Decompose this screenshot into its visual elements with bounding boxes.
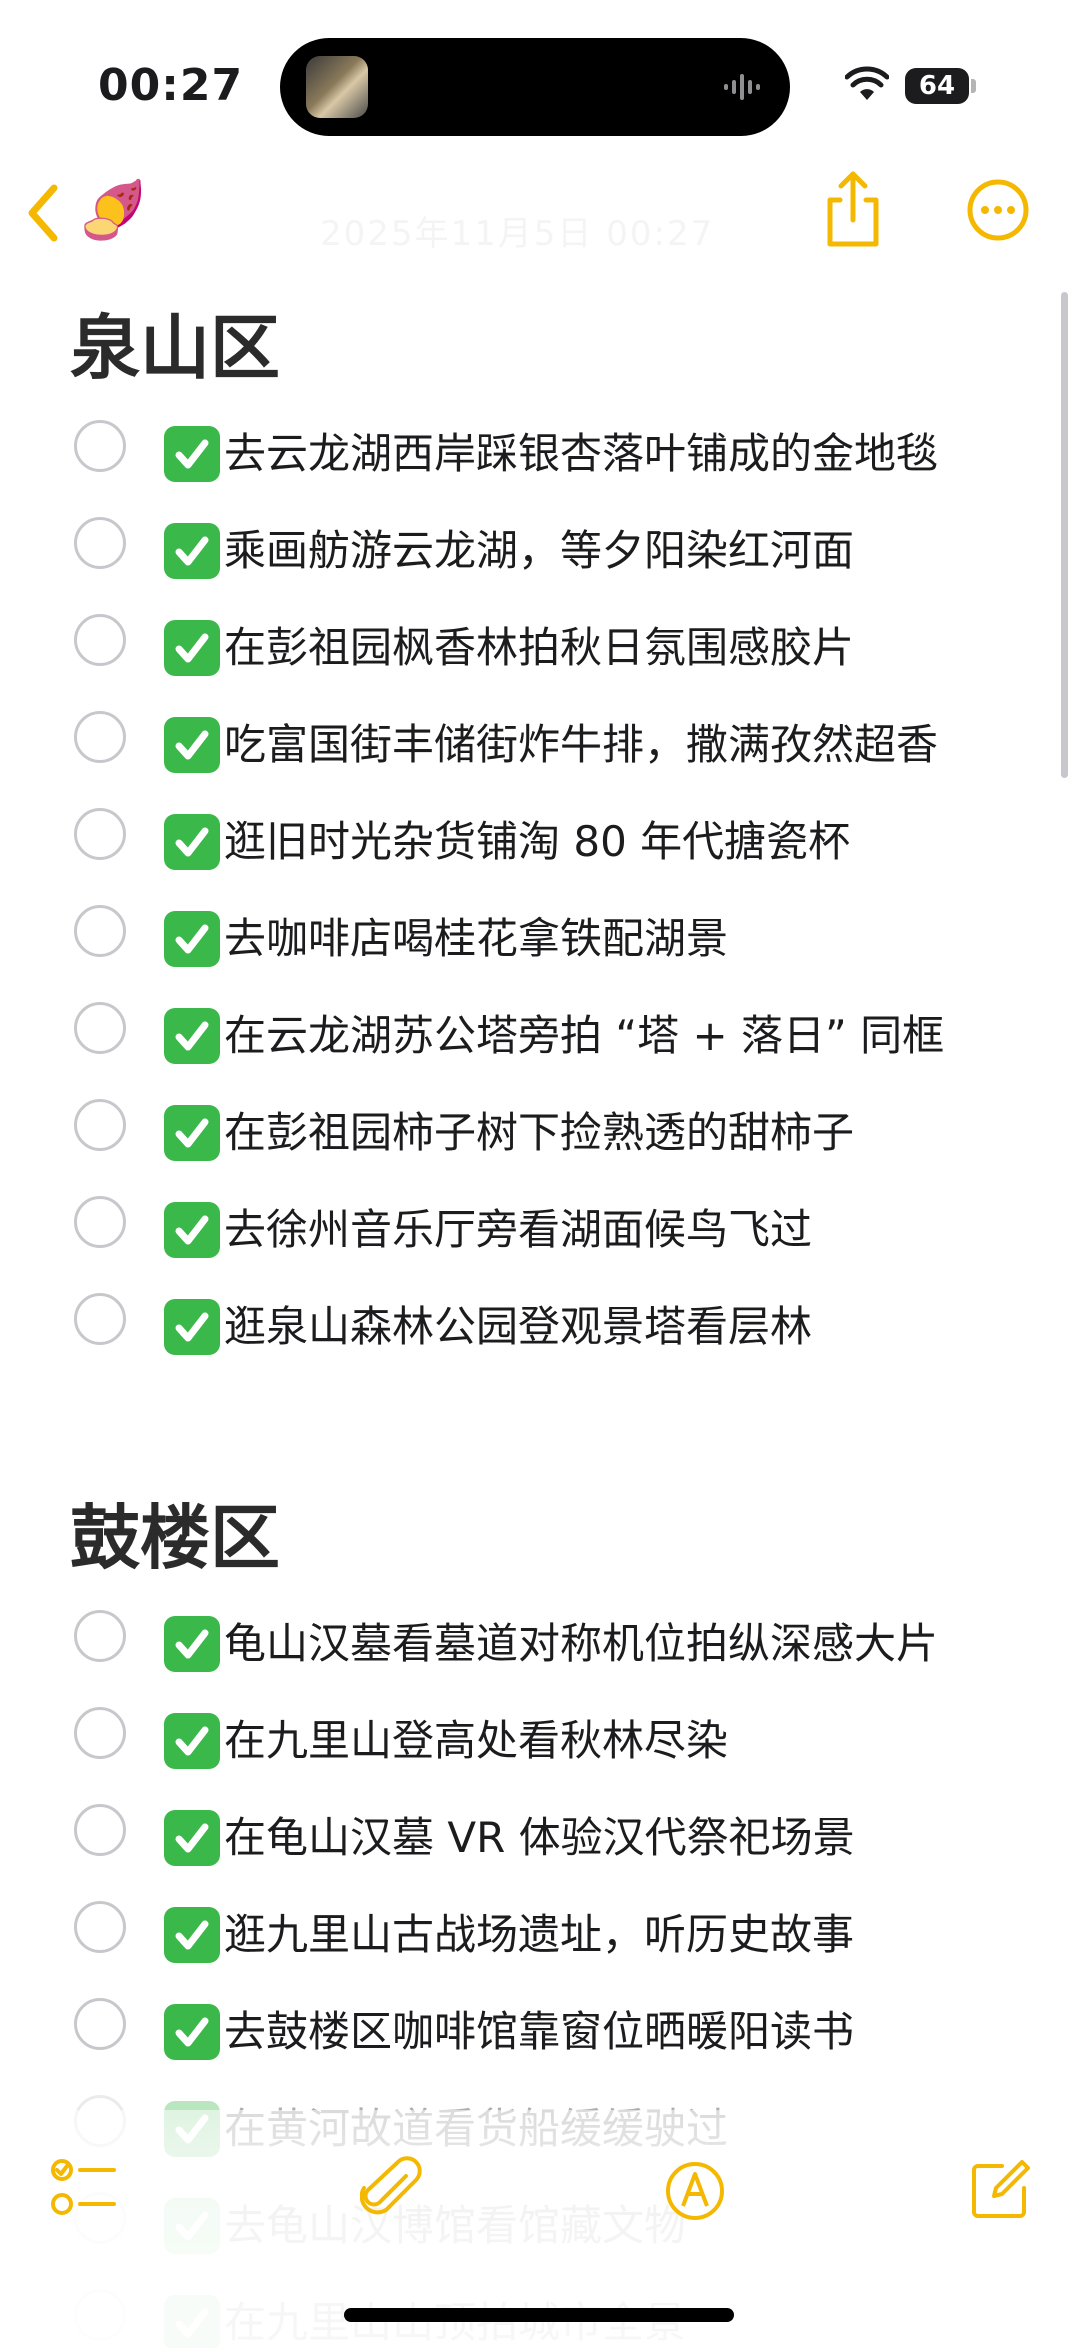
checklist-item-text[interactable]: 去徐州音乐厅旁看湖面候鸟飞过 (224, 1204, 812, 1256)
checklist-circle[interactable] (74, 614, 126, 666)
check-mark-emoji-icon (164, 1008, 220, 1064)
checklist-item-text[interactable]: 去云龙湖西岸踩银杏落叶铺成的金地毯 (224, 428, 938, 480)
checklist-circle[interactable] (74, 1196, 126, 1248)
checklist-item: 逛九里山古战场遗址，听历史故事 (0, 1901, 1080, 1998)
checklist-item: 在彭祖园枫香林拍秋日氛围感胶片 (0, 614, 1080, 711)
checklist-circle[interactable] (74, 1293, 126, 1345)
check-mark-emoji-icon (164, 717, 220, 773)
check-mark-emoji-icon (164, 1810, 220, 1866)
check-mark-emoji-icon (164, 1105, 220, 1161)
faded-note-date: 2025年11月5日 00:27 (320, 214, 715, 254)
check-mark-emoji-icon (164, 814, 220, 870)
checklist-item-text[interactable]: 在龟山汉墓 VR 体验汉代祭祀场景 (224, 1812, 855, 1864)
status-time: 00:27 (98, 60, 244, 111)
check-mark-emoji-icon (164, 911, 220, 967)
check-mark-emoji-icon (164, 620, 220, 676)
checklist-item-text[interactable]: 逛旧时光杂货铺淘 80 年代搪瓷杯 (224, 816, 850, 868)
checklist-item-text[interactable]: 乘画舫游云龙湖，等夕阳染红河面 (224, 525, 854, 577)
checklist-item-text[interactable]: 在九里山登高处看秋林尽染 (224, 1715, 728, 1767)
check-mark-emoji-icon (164, 1616, 220, 1672)
compose-icon[interactable] (968, 2158, 1032, 2222)
checklist-item-text[interactable]: 在彭祖园枫香林拍秋日氛围感胶片 (224, 622, 854, 674)
checklist-icon[interactable] (50, 2158, 118, 2218)
checklist-item-text[interactable]: 去咖啡店喝桂花拿铁配湖景 (224, 913, 728, 965)
checklist-item-text[interactable]: 逛九里山古战场遗址，听历史故事 (224, 1909, 854, 1961)
audio-waveform-icon (724, 74, 760, 100)
check-mark-emoji-icon (164, 1713, 220, 1769)
checklist-item: 在九里山登高处看秋林尽染 (0, 1707, 1080, 1804)
checklist-item: 在龟山汉墓 VR 体验汉代祭祀场景 (0, 1804, 1080, 1901)
check-mark-emoji-icon (164, 523, 220, 579)
checklist-item: 去徐州音乐厅旁看湖面候鸟飞过 (0, 1196, 1080, 1293)
checklist-item: 去咖啡店喝桂花拿铁配湖景 (0, 905, 1080, 1002)
checklist-item: 逛旧时光杂货铺淘 80 年代搪瓷杯 (0, 808, 1080, 905)
notes-screen: 00:27 64 🍠 2025年11月5日 00:27 泉山区 去云龙湖西岸踩银… (0, 0, 1080, 2348)
checklist-circle[interactable] (74, 1804, 126, 1856)
share-icon[interactable] (822, 170, 884, 248)
checklist-item: 在云龙湖苏公塔旁拍 “塔 + 落日” 同框 (0, 1002, 1080, 1099)
checklist-circle[interactable] (74, 1998, 126, 2050)
check-mark-emoji-icon (164, 1299, 220, 1355)
checklist-item: 龟山汉墓看墓道对称机位拍纵深感大片 (0, 1610, 1080, 1707)
checklist-circle[interactable] (74, 420, 126, 472)
checklist-item: 吃富国街丰储街炸牛排，撒满孜然超香 (0, 711, 1080, 808)
checklist-item: 在彭祖园柿子树下捡熟透的甜柿子 (0, 1099, 1080, 1196)
battery-icon: 64 (905, 68, 969, 104)
more-circle-icon[interactable] (966, 178, 1030, 242)
checklist-circle[interactable] (74, 905, 126, 957)
note-folder-emoji: 🍠 (78, 178, 148, 243)
markup-pen-icon[interactable] (664, 2160, 726, 2222)
checklist-quanshan: 去云龙湖西岸踩银杏落叶铺成的金地毯 乘画舫游云龙湖，等夕阳染红河面 在彭祖园枫香林拍… (0, 420, 1080, 1390)
checklist-item-text[interactable]: 在彭祖园柿子树下捡熟透的甜柿子 (224, 1107, 854, 1159)
dynamic-island[interactable] (280, 38, 790, 136)
checklist-item: 乘画舫游云龙湖，等夕阳染红河面 (0, 517, 1080, 614)
section-heading-quanshan: 泉山区 (70, 307, 280, 389)
checklist-circle[interactable] (74, 1610, 126, 1662)
checklist-item: 去云龙湖西岸踩银杏落叶铺成的金地毯 (0, 420, 1080, 517)
check-mark-emoji-icon (164, 1202, 220, 1258)
home-indicator[interactable] (344, 2308, 734, 2322)
checklist-circle[interactable] (74, 1901, 126, 1953)
section-heading-gulou: 鼓楼区 (70, 1497, 280, 1579)
paperclip-icon[interactable] (360, 2156, 422, 2222)
checklist-item: 去鼓楼区咖啡馆靠窗位晒暖阳读书 (0, 1998, 1080, 2095)
checklist-item-text[interactable]: 逛泉山森林公园登观景塔看层林 (224, 1301, 812, 1353)
checklist-circle[interactable] (74, 808, 126, 860)
checklist-item-text[interactable]: 在云龙湖苏公塔旁拍 “塔 + 落日” 同框 (224, 1010, 944, 1062)
checklist-circle[interactable] (74, 1707, 126, 1759)
check-mark-emoji-icon (164, 2004, 220, 2060)
checklist-circle[interactable] (74, 1099, 126, 1151)
wifi-icon (845, 66, 889, 100)
battery-cap (971, 79, 976, 93)
checklist-item-text[interactable]: 吃富国街丰储街炸牛排，撒满孜然超香 (224, 719, 938, 771)
checklist-circle[interactable] (74, 517, 126, 569)
checklist-item-text[interactable]: 龟山汉墓看墓道对称机位拍纵深感大片 (224, 1618, 938, 1670)
chevron-left-icon[interactable] (20, 178, 70, 248)
battery-level: 64 (918, 71, 956, 101)
check-mark-emoji-icon (164, 426, 220, 482)
check-mark-emoji-icon (164, 1907, 220, 1963)
checklist-item-text[interactable]: 去鼓楼区咖啡馆靠窗位晒暖阳读书 (224, 2006, 854, 2058)
checklist-circle[interactable] (74, 1002, 126, 1054)
checklist-circle[interactable] (74, 711, 126, 763)
now-playing-art[interactable] (306, 56, 368, 118)
checklist-item: 逛泉山森林公园登观景塔看层林 (0, 1293, 1080, 1390)
